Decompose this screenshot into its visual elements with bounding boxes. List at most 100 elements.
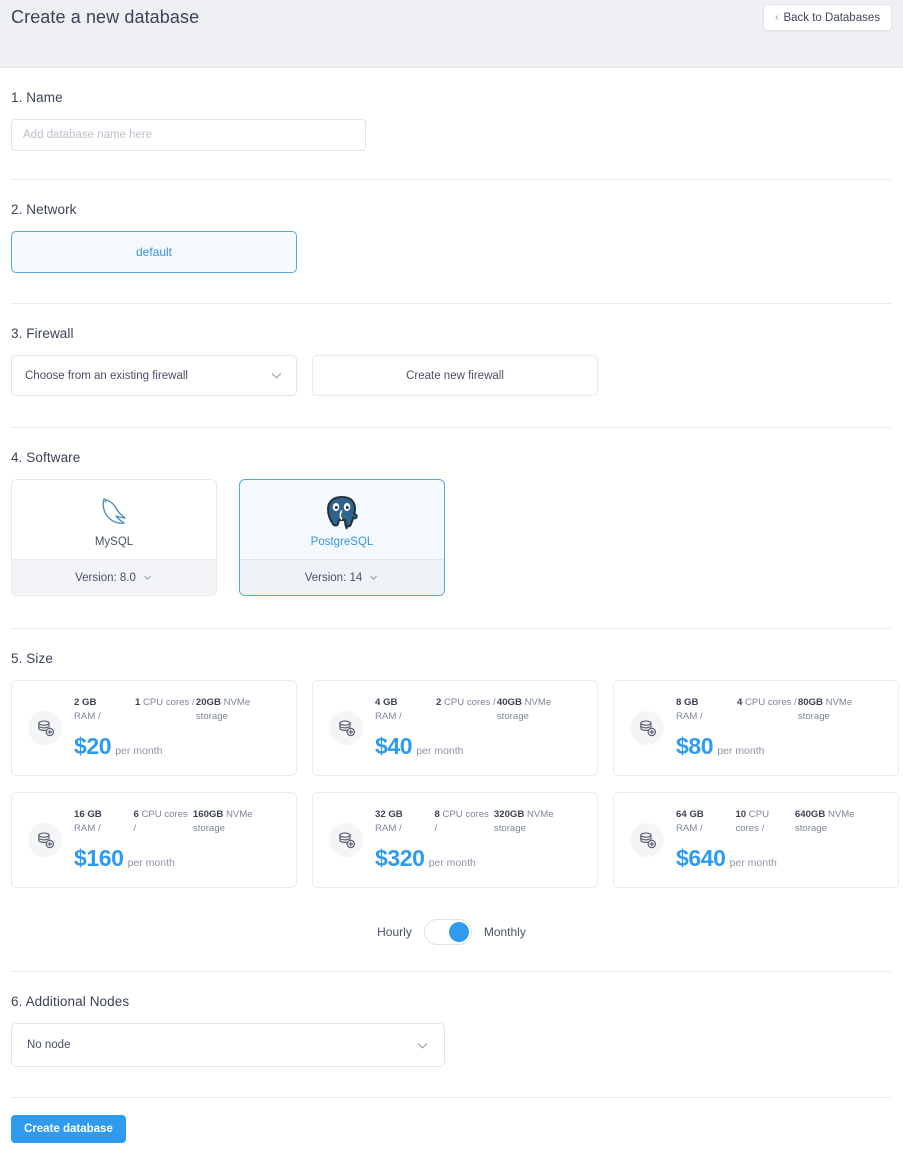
size-plan-disk: 320GB NVMe storage (493, 809, 554, 834)
database-plus-badge (329, 823, 363, 857)
chevron-down-icon (417, 1042, 428, 1048)
size-plan-price-unit: per month (729, 857, 777, 869)
size-plan-card[interactable]: 2 GB RAM / 1 CPU cores /20GB NVMe storage $… (11, 680, 297, 776)
billing-period-toggle[interactable] (423, 919, 472, 945)
size-plan-card[interactable]: 8 GB RAM / 4 CPU cores /80GB NVMe storage $… (613, 680, 899, 776)
page-header: Create a new database ‹ Back to Database… (0, 0, 903, 68)
database-name-input[interactable] (11, 119, 366, 151)
firewall-select-value: Choose from an existing firewall (25, 369, 188, 382)
size-plan-info: 2 GB RAM / 1 CPU cores /20GB NVMe storage $… (74, 696, 282, 760)
size-plan-info: 8 GB RAM / 4 CPU cores /80GB NVMe storage $… (676, 696, 884, 760)
database-plus-icon (37, 831, 54, 848)
software-option-postgresql-body: PostgreSQL (240, 480, 444, 559)
back-to-databases-button[interactable]: ‹ Back to Databases (763, 4, 892, 31)
section-firewall-title: 3. Firewall (11, 326, 74, 341)
size-plan-specs: 32 GB RAM / 8 CPU cores /320GB NVMe storag… (375, 808, 583, 836)
postgresql-version-select[interactable]: Version: 14 (240, 559, 444, 595)
size-plan-price-row: $640 per month (676, 845, 884, 872)
back-to-databases-label: Back to Databases (783, 11, 880, 24)
database-plus-badge (28, 711, 62, 745)
database-plus-icon (639, 831, 656, 848)
chevron-down-icon (370, 576, 377, 580)
size-plan-price-row: $20 per month (74, 733, 282, 760)
size-plan-cpu: 10 CPU cores / (735, 809, 770, 834)
software-option-mysql-body: MySQL (12, 480, 216, 559)
create-new-firewall-label: Create new firewall (406, 369, 504, 382)
size-plan-price-unit: per month (428, 857, 476, 869)
section-software-title: 4. Software (11, 450, 81, 465)
mysql-version-label: Version: 8.0 (75, 571, 136, 584)
database-plus-icon (639, 719, 656, 736)
size-plan-disk: 160GB NVMe storage (192, 809, 253, 834)
size-plan-price-row: $320 per month (375, 845, 583, 872)
toggle-knob (448, 922, 469, 942)
chevron-left-icon: ‹ (775, 11, 779, 23)
section-size: 5. Size 2 GB RAM / 1 CPU cores /20GB NVMe … (11, 629, 899, 972)
size-plan-price-unit: per month (115, 745, 163, 757)
size-plan-price: $160 (74, 845, 124, 871)
firewall-controls: Choose from an existing firewall Create … (11, 355, 892, 396)
mysql-dolphin-icon (91, 492, 137, 534)
size-plan-disk: 80GB NVMe storage (797, 697, 853, 722)
size-plan-disk: 20GB NVMe storage (195, 697, 251, 722)
size-plan-info: 64 GB RAM / 10 CPU cores / 640GB NVMe stora… (676, 808, 884, 872)
submit-row: Create database (11, 1098, 892, 1143)
chevron-down-icon (144, 576, 151, 580)
section-additional-nodes: 6. Additional Nodes No node (11, 972, 892, 1098)
section-name: 1. Name (11, 68, 892, 180)
firewall-select[interactable]: Choose from an existing firewall (11, 355, 297, 396)
size-plan-card[interactable]: 32 GB RAM / 8 CPU cores /320GB NVMe storag… (312, 792, 598, 888)
database-plus-icon (338, 719, 355, 736)
network-option-label: default (135, 245, 173, 259)
size-plan-price-unit: per month (717, 745, 765, 757)
software-option-postgresql-label: PostgreSQL (310, 536, 374, 548)
size-plan-price: $640 (676, 845, 726, 871)
size-plan-ram: 32 GB RAM / (375, 809, 403, 834)
size-plan-specs: 16 GB RAM / 6 CPU cores /160GB NVMe storag… (74, 808, 282, 836)
size-plan-price-row: $160 per month (74, 845, 282, 872)
section-software: 4. Software MySQL Version: 8.0 PostgreSQ… (11, 428, 892, 629)
network-option-default[interactable]: default (11, 231, 297, 273)
section-network: 2. Network default (11, 180, 892, 304)
software-option-mysql[interactable]: MySQL Version: 8.0 (11, 479, 217, 596)
section-name-title: 1. Name (11, 90, 63, 105)
size-plan-ram: 8 GB RAM / (676, 697, 703, 722)
billing-period-toggle-row: Hourly Monthly (11, 919, 892, 945)
additional-nodes-value: No node (27, 1039, 71, 1051)
create-database-button[interactable]: Create database (11, 1115, 126, 1143)
billing-hourly-label[interactable]: Hourly (377, 925, 412, 939)
size-plan-ram: 64 GB RAM / (676, 809, 704, 834)
size-plan-price-unit: per month (416, 745, 464, 757)
section-size-title: 5. Size (11, 651, 53, 666)
database-plus-badge (630, 823, 664, 857)
size-plan-price: $40 (375, 733, 413, 759)
size-plan-disk: 40GB NVMe storage (496, 697, 552, 722)
size-plan-specs: 2 GB RAM / 1 CPU cores /20GB NVMe storage (74, 696, 282, 724)
create-new-firewall-button[interactable]: Create new firewall (312, 355, 598, 396)
software-option-postgresql[interactable]: PostgreSQL Version: 14 (239, 479, 445, 596)
size-plan-card[interactable]: 64 GB RAM / 10 CPU cores / 640GB NVMe stora… (613, 792, 899, 888)
size-plan-cpu: 8 CPU cores / (434, 809, 489, 834)
size-plan-cpu: 6 CPU cores / (133, 809, 188, 834)
chevron-down-icon (271, 373, 282, 379)
size-plan-price-row: $40 per month (375, 733, 583, 760)
additional-nodes-select[interactable]: No node (11, 1023, 445, 1067)
billing-monthly-label[interactable]: Monthly (484, 925, 526, 939)
section-firewall: 3. Firewall Choose from an existing fire… (11, 304, 892, 428)
size-plan-price-unit: per month (127, 857, 175, 869)
size-plan-price: $20 (74, 733, 112, 759)
size-plan-card[interactable]: 4 GB RAM / 2 CPU cores /40GB NVMe storage $… (312, 680, 598, 776)
database-plus-badge (329, 711, 363, 745)
size-plan-ram: 2 GB RAM / (74, 697, 101, 722)
size-plan-price: $320 (375, 845, 425, 871)
section-additional-nodes-title: 6. Additional Nodes (11, 994, 130, 1009)
mysql-version-select[interactable]: Version: 8.0 (12, 559, 216, 595)
size-plan-info: 32 GB RAM / 8 CPU cores /320GB NVMe storag… (375, 808, 583, 872)
size-plan-info: 4 GB RAM / 2 CPU cores /40GB NVMe storage $… (375, 696, 583, 760)
form-content: 1. Name 2. Network default 3. Firewall C… (0, 68, 903, 1143)
size-plan-price: $80 (676, 733, 714, 759)
software-options: MySQL Version: 8.0 PostgreSQL Version: 1… (11, 479, 892, 596)
database-plus-badge (28, 823, 62, 857)
size-plan-card[interactable]: 16 GB RAM / 6 CPU cores /160GB NVMe storag… (11, 792, 297, 888)
size-plan-price-row: $80 per month (676, 733, 884, 760)
